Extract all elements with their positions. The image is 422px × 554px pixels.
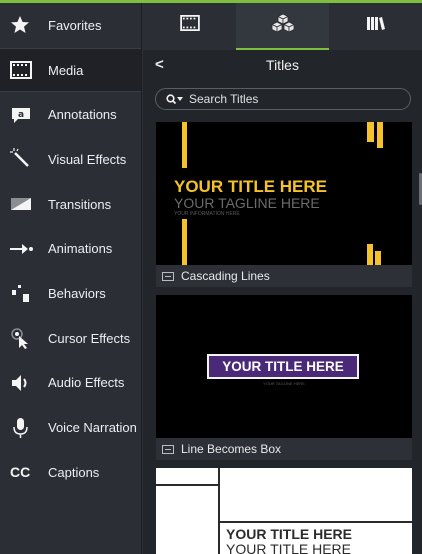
library-tabs	[143, 3, 422, 50]
sidebar-item-animations[interactable]: Animations	[0, 226, 141, 271]
tab-library[interactable]	[329, 3, 422, 50]
purple-title-box: YOUR TITLE HERE	[207, 354, 359, 379]
sidebar-item-audio-effects[interactable]: Audio Effects	[0, 361, 141, 406]
thumb-title-text: YOUR TITLE HERE	[222, 359, 344, 374]
title-card-name: Line Becomes Box	[181, 442, 282, 456]
back-button[interactable]: <	[155, 56, 164, 73]
title-type-icon	[162, 271, 174, 281]
search-box[interactable]	[155, 88, 411, 110]
star-icon	[10, 13, 38, 37]
transition-icon	[10, 192, 38, 216]
frame-line	[218, 521, 412, 523]
yellow-bar	[367, 244, 373, 265]
sidebar-item-favorites[interactable]: Favorites	[0, 3, 141, 48]
thumb-tagline-text: YOUR TAGLINE HERE	[174, 195, 320, 211]
sidebar-item-label: Captions	[48, 464, 100, 480]
yellow-bar	[182, 122, 187, 168]
title-thumbnail[interactable]: YOUR TITLE HERE YOUR TITLE HERE	[156, 468, 412, 554]
thumb-info-text: YOUR INFORMATION HERE	[174, 211, 240, 217]
yellow-bar	[377, 122, 383, 148]
title-thumbnail[interactable]: YOUR TITLE HERE YOUR TAGLINE HERE	[156, 295, 412, 438]
title-card-name: Cascading Lines	[181, 269, 270, 283]
film-icon	[10, 58, 38, 82]
library-panel: < Titles YOUR TITLE HERE YOUR TAGLINE HE…	[143, 3, 422, 554]
title-type-icon	[162, 444, 174, 454]
annotation-icon: a	[10, 103, 38, 127]
title-card-line-becomes-box[interactable]: YOUR TITLE HERE YOUR TAGLINE HERE Line B…	[156, 295, 412, 460]
frame-line	[218, 468, 220, 554]
library-icon	[366, 15, 386, 36]
sidebar-item-label: Transitions	[48, 196, 112, 212]
behaviors-icon	[10, 281, 38, 305]
sidebar-item-annotations[interactable]: a Annotations	[0, 92, 141, 137]
title-thumbnail[interactable]: YOUR TITLE HERE YOUR TAGLINE HERE YOUR I…	[156, 122, 412, 265]
panel-title: Titles	[266, 57, 299, 73]
sidebar-item-label: Annotations	[48, 107, 117, 123]
title-card-partial[interactable]: YOUR TITLE HERE YOUR TITLE HERE	[156, 468, 412, 554]
tab-assets[interactable]	[236, 3, 329, 50]
sidebar-item-label: Voice Narration	[48, 420, 137, 436]
cubes-icon	[270, 13, 295, 38]
thumb-title-text: YOUR TITLE HERE	[226, 526, 353, 542]
thumb-tagline-text: YOUR TAGLINE HERE	[263, 381, 305, 386]
speaker-icon	[10, 371, 38, 395]
title-card-caption: Line Becomes Box	[156, 438, 412, 460]
sidebar-item-cursor-effects[interactable]: Cursor Effects	[0, 316, 141, 361]
sidebar-item-label: Visual Effects	[48, 151, 127, 167]
frame-line	[156, 484, 218, 486]
sidebar-item-label: Animations	[48, 241, 113, 257]
magic-wand-icon	[10, 147, 38, 171]
sidebar-item-label: Behaviors	[48, 285, 106, 301]
sidebar-item-label: Audio Effects	[48, 375, 125, 391]
sidebar-item-captions[interactable]: CC Captions	[0, 450, 141, 495]
cc-icon: CC	[10, 464, 31, 481]
title-card-caption: Cascading Lines	[156, 265, 412, 287]
cursor-icon	[10, 326, 38, 350]
yellow-bar	[367, 122, 374, 142]
svg-text:a: a	[18, 110, 24, 120]
sidebar-item-visual-effects[interactable]: Visual Effects	[0, 137, 141, 182]
microphone-icon	[10, 416, 38, 440]
sidebar-item-media[interactable]: Media	[0, 47, 141, 93]
search-icon[interactable]	[166, 93, 183, 105]
sidebar: Favorites Media a Annotations Visual Eff…	[0, 3, 142, 554]
thumb-title-text: YOUR TITLE HERE	[174, 177, 328, 196]
sidebar-item-behaviors[interactable]: Behaviors	[0, 271, 141, 316]
yellow-bar	[182, 219, 187, 265]
sidebar-item-voice-narration[interactable]: Voice Narration	[0, 405, 141, 450]
search-input[interactable]	[189, 92, 389, 106]
title-card-cascading-lines[interactable]: YOUR TITLE HERE YOUR TAGLINE HERE YOUR I…	[156, 122, 412, 287]
tab-media[interactable]	[143, 3, 236, 50]
sidebar-item-label: Media	[48, 62, 84, 78]
film-icon	[179, 15, 200, 36]
sidebar-item-label: Favorites	[48, 17, 102, 33]
sidebar-item-label: Cursor Effects	[48, 330, 131, 346]
panel-header: < Titles	[143, 50, 422, 80]
sidebar-item-transitions[interactable]: Transitions	[0, 182, 141, 227]
animation-arrow-icon	[10, 237, 38, 261]
thumb-subtitle-text: YOUR TITLE HERE	[226, 541, 351, 554]
yellow-bar	[375, 251, 381, 265]
